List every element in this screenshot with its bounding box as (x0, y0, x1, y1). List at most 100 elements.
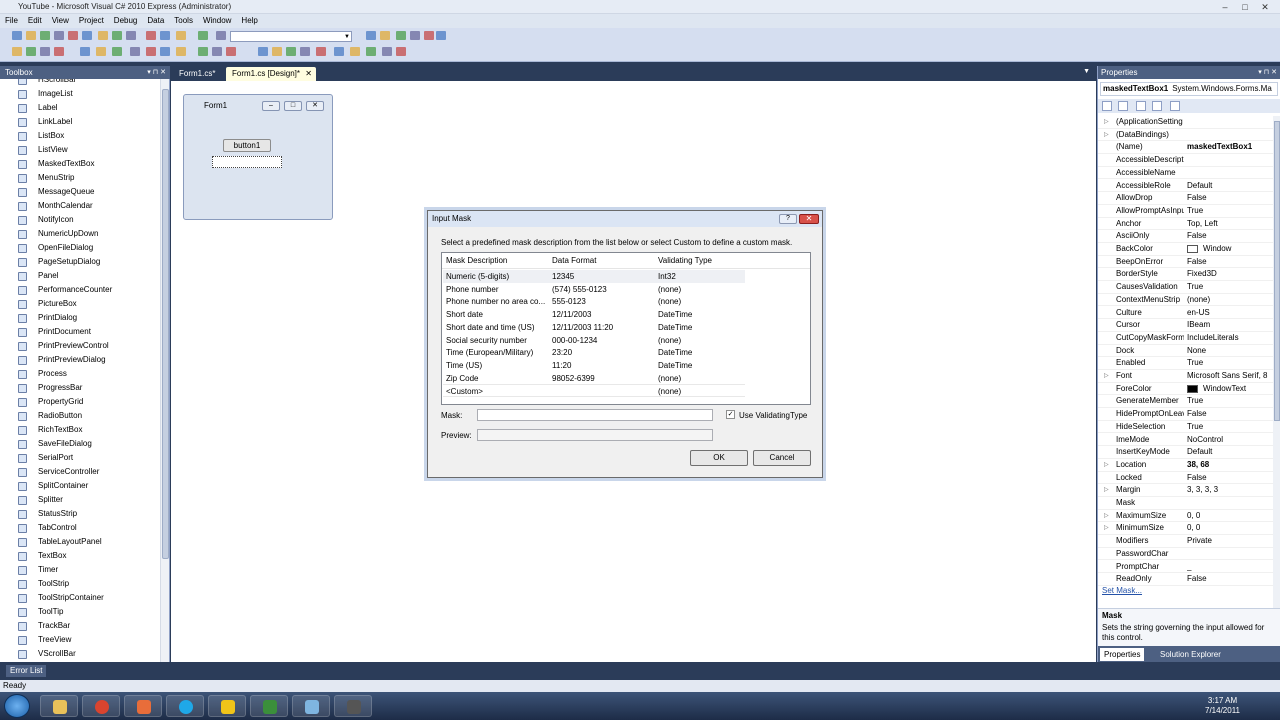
toolbar-button-icon[interactable] (366, 47, 376, 56)
toolbox-item-messagequeue[interactable]: MessageQueue (0, 185, 160, 199)
toolbox-scrollbar[interactable] (160, 79, 169, 662)
set-mask-link[interactable]: Set Mask... (1102, 586, 1142, 595)
property-value[interactable]: 3, 3, 3, 3 (1187, 484, 1272, 496)
toolbar-button-icon[interactable] (316, 47, 326, 56)
property-value[interactable]: IncludeLiterals (1187, 332, 1272, 344)
mask-list-row[interactable]: Phone number no area co... 555-0123 (none) (443, 295, 745, 308)
toolbox-item-maskedtextbox[interactable]: MaskedTextBox (0, 157, 160, 171)
property-row[interactable]: HidePromptOnLeav False (1098, 408, 1273, 421)
toolbox-item-menustrip[interactable]: MenuStrip (0, 171, 160, 185)
property-value[interactable]: False (1187, 256, 1272, 268)
toolbar-button-icon[interactable] (112, 31, 122, 40)
use-validating-checkbox[interactable]: ✓ (726, 410, 735, 419)
expand-icon[interactable]: ▷ (1104, 522, 1109, 534)
property-row[interactable]: InsertKeyMode Default (1098, 446, 1273, 459)
expand-icon[interactable]: ▷ (1104, 459, 1109, 471)
property-row[interactable]: AllowDrop False (1098, 192, 1273, 205)
toolbar-button-icon[interactable] (96, 47, 106, 56)
property-row[interactable]: Modifiers Private (1098, 535, 1273, 548)
toolbox-item-linklabel[interactable]: LinkLabel (0, 115, 160, 129)
property-row[interactable]: AccessibleDescripti (1098, 154, 1273, 167)
taskbar-app2[interactable] (292, 695, 330, 717)
property-row[interactable]: CutCopyMaskForm IncludeLiterals (1098, 332, 1273, 345)
column-header-validating-type[interactable]: Validating Type (658, 256, 712, 265)
property-value[interactable]: True (1187, 205, 1272, 217)
property-row[interactable]: Cursor IBeam (1098, 319, 1273, 332)
property-value[interactable]: True (1187, 281, 1272, 293)
tab-error-list[interactable]: Error List (6, 665, 47, 677)
toolbar-button-icon[interactable] (382, 47, 392, 56)
property-scrollbar[interactable] (1273, 116, 1280, 646)
maximize-icon[interactable]: □ (1238, 2, 1252, 12)
toolbox-item-tabcontrol[interactable]: TabControl (0, 521, 160, 535)
toolbox-item-printpreviewdialog[interactable]: PrintPreviewDialog (0, 353, 160, 367)
property-row[interactable]: ImeMode NoControl (1098, 434, 1273, 447)
property-row[interactable]: CausesValidation True (1098, 281, 1273, 294)
toolbox-item-listbox[interactable]: ListBox (0, 129, 160, 143)
column-header-data-format[interactable]: Data Format (552, 256, 596, 265)
close-tab-icon[interactable]: ✕ (305, 67, 312, 81)
toolbar-button-icon[interactable] (286, 47, 296, 56)
property-pages-icon[interactable] (1170, 101, 1180, 111)
toolbar-button-icon[interactable] (396, 31, 406, 40)
toolbox-item-imagelist[interactable]: ImageList (0, 87, 160, 101)
toolbox-item-treeview[interactable]: TreeView (0, 633, 160, 647)
categorized-icon[interactable] (1102, 101, 1112, 111)
toolbox-item-process[interactable]: Process (0, 367, 160, 381)
toolbox-item-textbox[interactable]: TextBox (0, 549, 160, 563)
menu-tools[interactable]: Tools (169, 14, 198, 28)
mask-list-row[interactable]: Social security number 000-00-1234 (none) (443, 334, 745, 347)
toolbar-button-icon[interactable] (436, 31, 446, 40)
toolbar-button-icon[interactable] (258, 47, 268, 56)
property-row[interactable]: Enabled True (1098, 357, 1273, 370)
toolbar-button-icon[interactable] (12, 31, 22, 40)
toolbox-item-progressbar[interactable]: ProgressBar (0, 381, 160, 395)
toolbox-item-vscrollbar[interactable]: VScrollBar (0, 647, 160, 661)
toolbar-button-icon[interactable] (272, 47, 282, 56)
property-value[interactable]: True (1187, 421, 1272, 433)
toolbar-button-icon[interactable] (54, 47, 64, 56)
expand-icon[interactable]: ▷ (1104, 370, 1109, 382)
mask-list-row[interactable]: Short date 12/11/2003 DateTime (443, 308, 745, 321)
property-row[interactable]: (Name) maskedTextBox1 (1098, 141, 1273, 155)
property-row[interactable]: AccessibleName (1098, 167, 1273, 180)
property-value[interactable]: Top, Left (1187, 218, 1272, 230)
toolbox-item-servicecontroller[interactable]: ServiceController (0, 465, 160, 479)
expand-icon[interactable]: ▷ (1104, 129, 1109, 141)
toolbar-button-icon[interactable] (198, 31, 208, 40)
minimize-icon[interactable]: – (1218, 2, 1232, 12)
toolbox-item-picturebox[interactable]: PictureBox (0, 297, 160, 311)
property-row[interactable]: ▷ (DataBindings) (1098, 129, 1273, 142)
toolbox-item-trackbar[interactable]: TrackBar (0, 619, 160, 633)
property-value[interactable]: False (1187, 230, 1272, 242)
property-row[interactable]: ContextMenuStrip (none) (1098, 294, 1273, 307)
pin-icon[interactable]: ▾ ⊓ ✕ (147, 66, 166, 79)
alphabetical-icon[interactable] (1118, 101, 1128, 111)
form1-window[interactable]: Form1 – □ ✕ button1 (183, 94, 333, 220)
property-value[interactable]: Default (1187, 446, 1272, 458)
toolbox-item-performancecounter[interactable]: PerformanceCounter (0, 283, 160, 297)
toolbox-item-richtextbox[interactable]: RichTextBox (0, 423, 160, 437)
property-row[interactable]: BeepOnError False (1098, 256, 1273, 269)
toolbar-button-icon[interactable] (80, 47, 90, 56)
toolbar-button-icon[interactable] (40, 31, 50, 40)
toolbar-button-icon[interactable] (112, 47, 122, 56)
property-value[interactable]: False (1187, 408, 1272, 420)
property-row[interactable]: ▷ Location 38, 68 (1098, 459, 1273, 472)
toolbar-button-icon[interactable] (126, 31, 136, 40)
toolbar-button-icon[interactable] (198, 47, 208, 56)
mask-list-row[interactable]: Time (US) 11:20 DateTime (443, 359, 745, 372)
property-row[interactable]: PromptChar _ (1098, 561, 1273, 574)
property-row[interactable]: ▷ Font Microsoft Sans Serif, 8 (1098, 370, 1273, 383)
property-value[interactable]: _ (1187, 561, 1272, 573)
toolbox-item-tablelayoutpanel[interactable]: TableLayoutPanel (0, 535, 160, 549)
mask-list-row[interactable]: <Custom> (none) (443, 384, 745, 398)
dialog-close-icon[interactable]: ✕ (799, 214, 819, 224)
property-value[interactable]: 0, 0 (1187, 522, 1272, 534)
mask-list-row[interactable]: Phone number (574) 555-0123 (none) (443, 283, 745, 296)
toolbox-item-splitter[interactable]: Splitter (0, 493, 160, 507)
taskbar-aim[interactable] (208, 695, 246, 717)
toolbar-button-icon[interactable] (176, 31, 186, 40)
toolbar-button-icon[interactable] (300, 47, 310, 56)
menu-help[interactable]: Help (236, 14, 262, 28)
